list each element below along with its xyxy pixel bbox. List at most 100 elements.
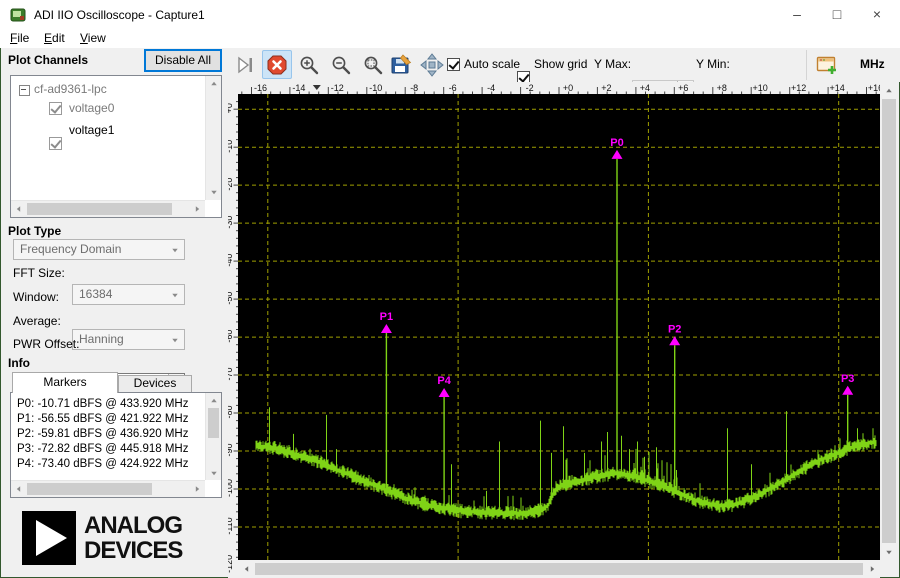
app-window: ADI IIO Oscilloscope - Capture1 – □ × Fi…	[0, 0, 900, 578]
plot-type-heading: Plot Type	[8, 224, 62, 238]
marker-label: P1	[380, 311, 393, 323]
chevron-down-icon	[172, 248, 178, 253]
zoom-fit-icon[interactable]	[360, 52, 386, 78]
menu-bar: File Edit View	[0, 30, 900, 48]
tab-markers[interactable]: Markers	[12, 372, 118, 393]
info-heading: Info	[8, 356, 30, 370]
svg-text:+16: +16	[868, 83, 880, 93]
svg-text:-70: -70	[228, 367, 234, 380]
svg-text:-80: -80	[228, 405, 234, 418]
pan-icon[interactable]	[418, 51, 446, 79]
new-plot-icon[interactable]	[814, 52, 840, 78]
marker-label: P3	[841, 373, 854, 385]
plot-hscrollbar[interactable]	[238, 561, 880, 577]
marker-list-item[interactable]: P2: -59.81 dBFS @ 436.920 MHz	[17, 427, 203, 442]
capture-stop-icon[interactable]	[262, 50, 292, 79]
scroll-thumb[interactable]	[882, 99, 896, 543]
zoom-in-icon[interactable]	[296, 52, 322, 78]
voltage0-label[interactable]: voltage0	[69, 101, 114, 115]
scroll-right-icon[interactable]	[190, 481, 205, 497]
window-title: ADI IIO Oscilloscope - Capture1	[34, 8, 205, 22]
tree-expander-icon[interactable]	[19, 85, 30, 96]
window-combobox[interactable]: Hanning	[72, 329, 185, 350]
voltage1-label[interactable]: voltage1	[69, 123, 114, 137]
scroll-thumb[interactable]	[27, 203, 172, 215]
channel-tree: cf-ad9361-lpc voltage0 voltage1	[10, 75, 222, 218]
voltage0-checkbox[interactable]	[49, 102, 62, 115]
average-label: Average:	[13, 314, 61, 328]
svg-text:-20: -20	[228, 178, 234, 191]
scroll-thumb[interactable]	[255, 563, 863, 575]
marker-list-item[interactable]: P1: -56.55 dBFS @ 421.922 MHz	[17, 412, 203, 427]
marker-label: P2	[668, 323, 681, 335]
showgrid-label: Show grid	[534, 57, 588, 71]
svg-text:-16: -16	[254, 83, 267, 93]
svg-text:-10: -10	[369, 83, 382, 93]
toolbar-separator	[806, 50, 807, 80]
ymin-label: Y Min:	[696, 57, 730, 71]
save-plot-icon[interactable]	[388, 52, 414, 78]
close-button[interactable]: ×	[860, 0, 894, 30]
svg-text:+10: +10	[753, 83, 768, 93]
plot-vscrollbar[interactable]	[880, 82, 898, 560]
chevron-down-icon	[172, 338, 178, 343]
scroll-thumb[interactable]	[27, 483, 152, 495]
autoscale-checkbox[interactable]	[447, 58, 460, 71]
marker-label: P4	[437, 375, 451, 387]
scroll-left-icon[interactable]	[11, 481, 26, 497]
disable-all-button[interactable]: Disable All	[144, 49, 222, 72]
scroll-right-icon[interactable]	[864, 561, 880, 577]
menu-file[interactable]: File	[6, 30, 33, 48]
svg-text:-60: -60	[228, 330, 234, 343]
scroll-up-icon[interactable]	[206, 76, 221, 91]
autoscale-label: Auto scale	[464, 57, 521, 71]
svg-text:+8: +8	[717, 83, 727, 93]
scroll-thumb[interactable]	[208, 408, 219, 438]
capture-play-icon[interactable]	[232, 52, 258, 78]
logo-triangle-icon	[22, 511, 76, 565]
tree-device-label[interactable]: cf-ad9361-lpc	[34, 82, 107, 96]
svg-text:-90: -90	[228, 443, 234, 456]
spectrum-plot[interactable]: P0 P1 P2 P3 P4 -16 -14 -12 -10 -8 -6 -4 -2 +0 +2 +4 +6 +8…	[228, 82, 880, 578]
list-hscrollbar[interactable]	[11, 480, 205, 497]
svg-text:+0: +0	[563, 83, 573, 93]
voltage1-checkbox[interactable]	[49, 137, 62, 150]
list-vscrollbar[interactable]	[205, 393, 221, 480]
app-icon	[10, 8, 26, 22]
plot-domain-combobox[interactable]: Frequency Domain	[13, 239, 185, 260]
scroll-left-icon[interactable]	[11, 201, 26, 217]
zoom-out-icon[interactable]	[328, 52, 354, 78]
maximize-button[interactable]: □	[820, 0, 854, 30]
tree-vscrollbar[interactable]	[205, 76, 221, 200]
svg-text:+12: +12	[791, 83, 806, 93]
svg-text:-100: -100	[228, 479, 234, 497]
ymax-label: Y Max:	[594, 57, 632, 71]
scroll-up-icon[interactable]	[206, 393, 221, 407]
fft-size-label: FFT Size:	[13, 266, 65, 280]
plot-toolbar: Auto scale Show grid Y Max: 1000 Y Min: …	[228, 48, 900, 124]
markers-list: P0: -10.71 dBFS @ 433.920 MHz P1: -56.55…	[10, 392, 222, 498]
menu-view[interactable]: View	[76, 30, 110, 48]
title-bar[interactable]: ADI IIO Oscilloscope - Capture1 – □ ×	[0, 0, 900, 30]
minimize-button[interactable]: –	[780, 0, 814, 30]
tree-hscrollbar[interactable]	[11, 200, 205, 217]
scrollbar-corner	[880, 561, 898, 577]
scroll-left-icon[interactable]	[238, 561, 254, 577]
logo-text-line1: ANALOG	[84, 512, 183, 539]
scroll-down-icon[interactable]	[880, 544, 898, 560]
scroll-up-icon[interactable]	[880, 82, 898, 98]
marker-list-item[interactable]: P3: -72.82 dBFS @ 445.918 MHz	[17, 442, 203, 457]
svg-text:-2: -2	[526, 83, 534, 93]
marker-list-item[interactable]: P0: -10.71 dBFS @ 433.920 MHz	[17, 397, 203, 412]
scroll-down-icon[interactable]	[206, 466, 221, 480]
scroll-right-icon[interactable]	[190, 201, 205, 217]
window-label: Window:	[13, 290, 60, 304]
svg-text:-50: -50	[228, 292, 234, 305]
marker-label: P0	[610, 137, 623, 149]
marker-list-item[interactable]: P4: -73.40 dBFS @ 424.922 MHz	[17, 457, 203, 472]
svg-text:-30: -30	[228, 216, 234, 229]
scroll-down-icon[interactable]	[206, 185, 221, 200]
fft-size-combobox[interactable]: 16384	[72, 284, 185, 305]
menu-edit[interactable]: Edit	[40, 30, 69, 48]
tab-devices[interactable]: Devices	[118, 375, 192, 393]
